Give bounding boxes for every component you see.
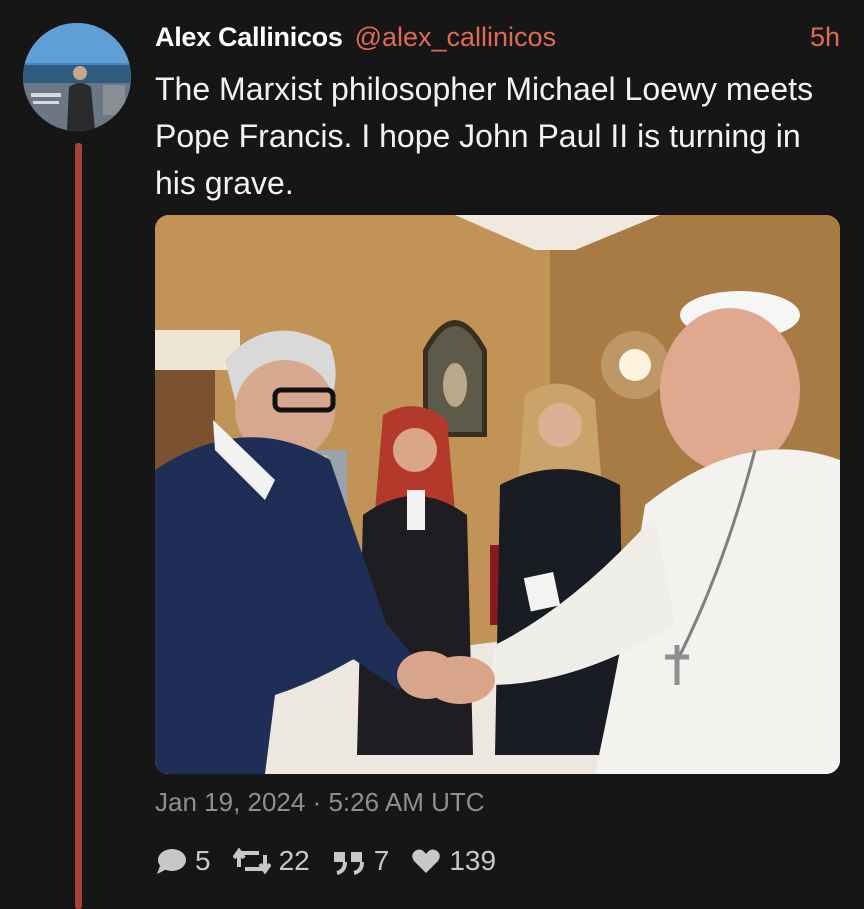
tweet-card: Alex Callinicos @alex_callinicos 5h The … (0, 0, 864, 909)
retweet-icon (232, 847, 271, 875)
like-stat[interactable]: 139 (411, 845, 496, 877)
tweet-photo[interactable] (155, 215, 840, 774)
heart-icon (411, 847, 441, 875)
reply-stat[interactable]: 5 (155, 845, 211, 877)
quote-count: 7 (373, 845, 390, 876)
tweet-text: The Marxist philosopher Michael Loewy me… (155, 71, 814, 201)
tweet-datetime[interactable]: Jan 19, 2024 · 5:26 AM UTC (155, 787, 485, 818)
author-name[interactable]: Alex Callinicos (155, 22, 343, 53)
quote-stat[interactable]: 7 (332, 845, 390, 877)
retweet-count: 22 (278, 845, 310, 876)
avatar[interactable] (23, 23, 131, 131)
relative-timestamp[interactable]: 5h (810, 22, 840, 53)
quote-icon (332, 847, 366, 875)
retweet-stat[interactable]: 22 (232, 845, 310, 877)
like-count: 139 (449, 845, 497, 876)
author-handle[interactable]: @alex_callinicos (355, 22, 557, 53)
tweet-stats: 5 22 7 139 (155, 842, 518, 880)
reply-count: 5 (195, 845, 211, 876)
thread-line (75, 143, 82, 909)
tweet-header: Alex Callinicos @alex_callinicos 5h (155, 20, 840, 54)
comment-bubble-icon (155, 846, 187, 876)
